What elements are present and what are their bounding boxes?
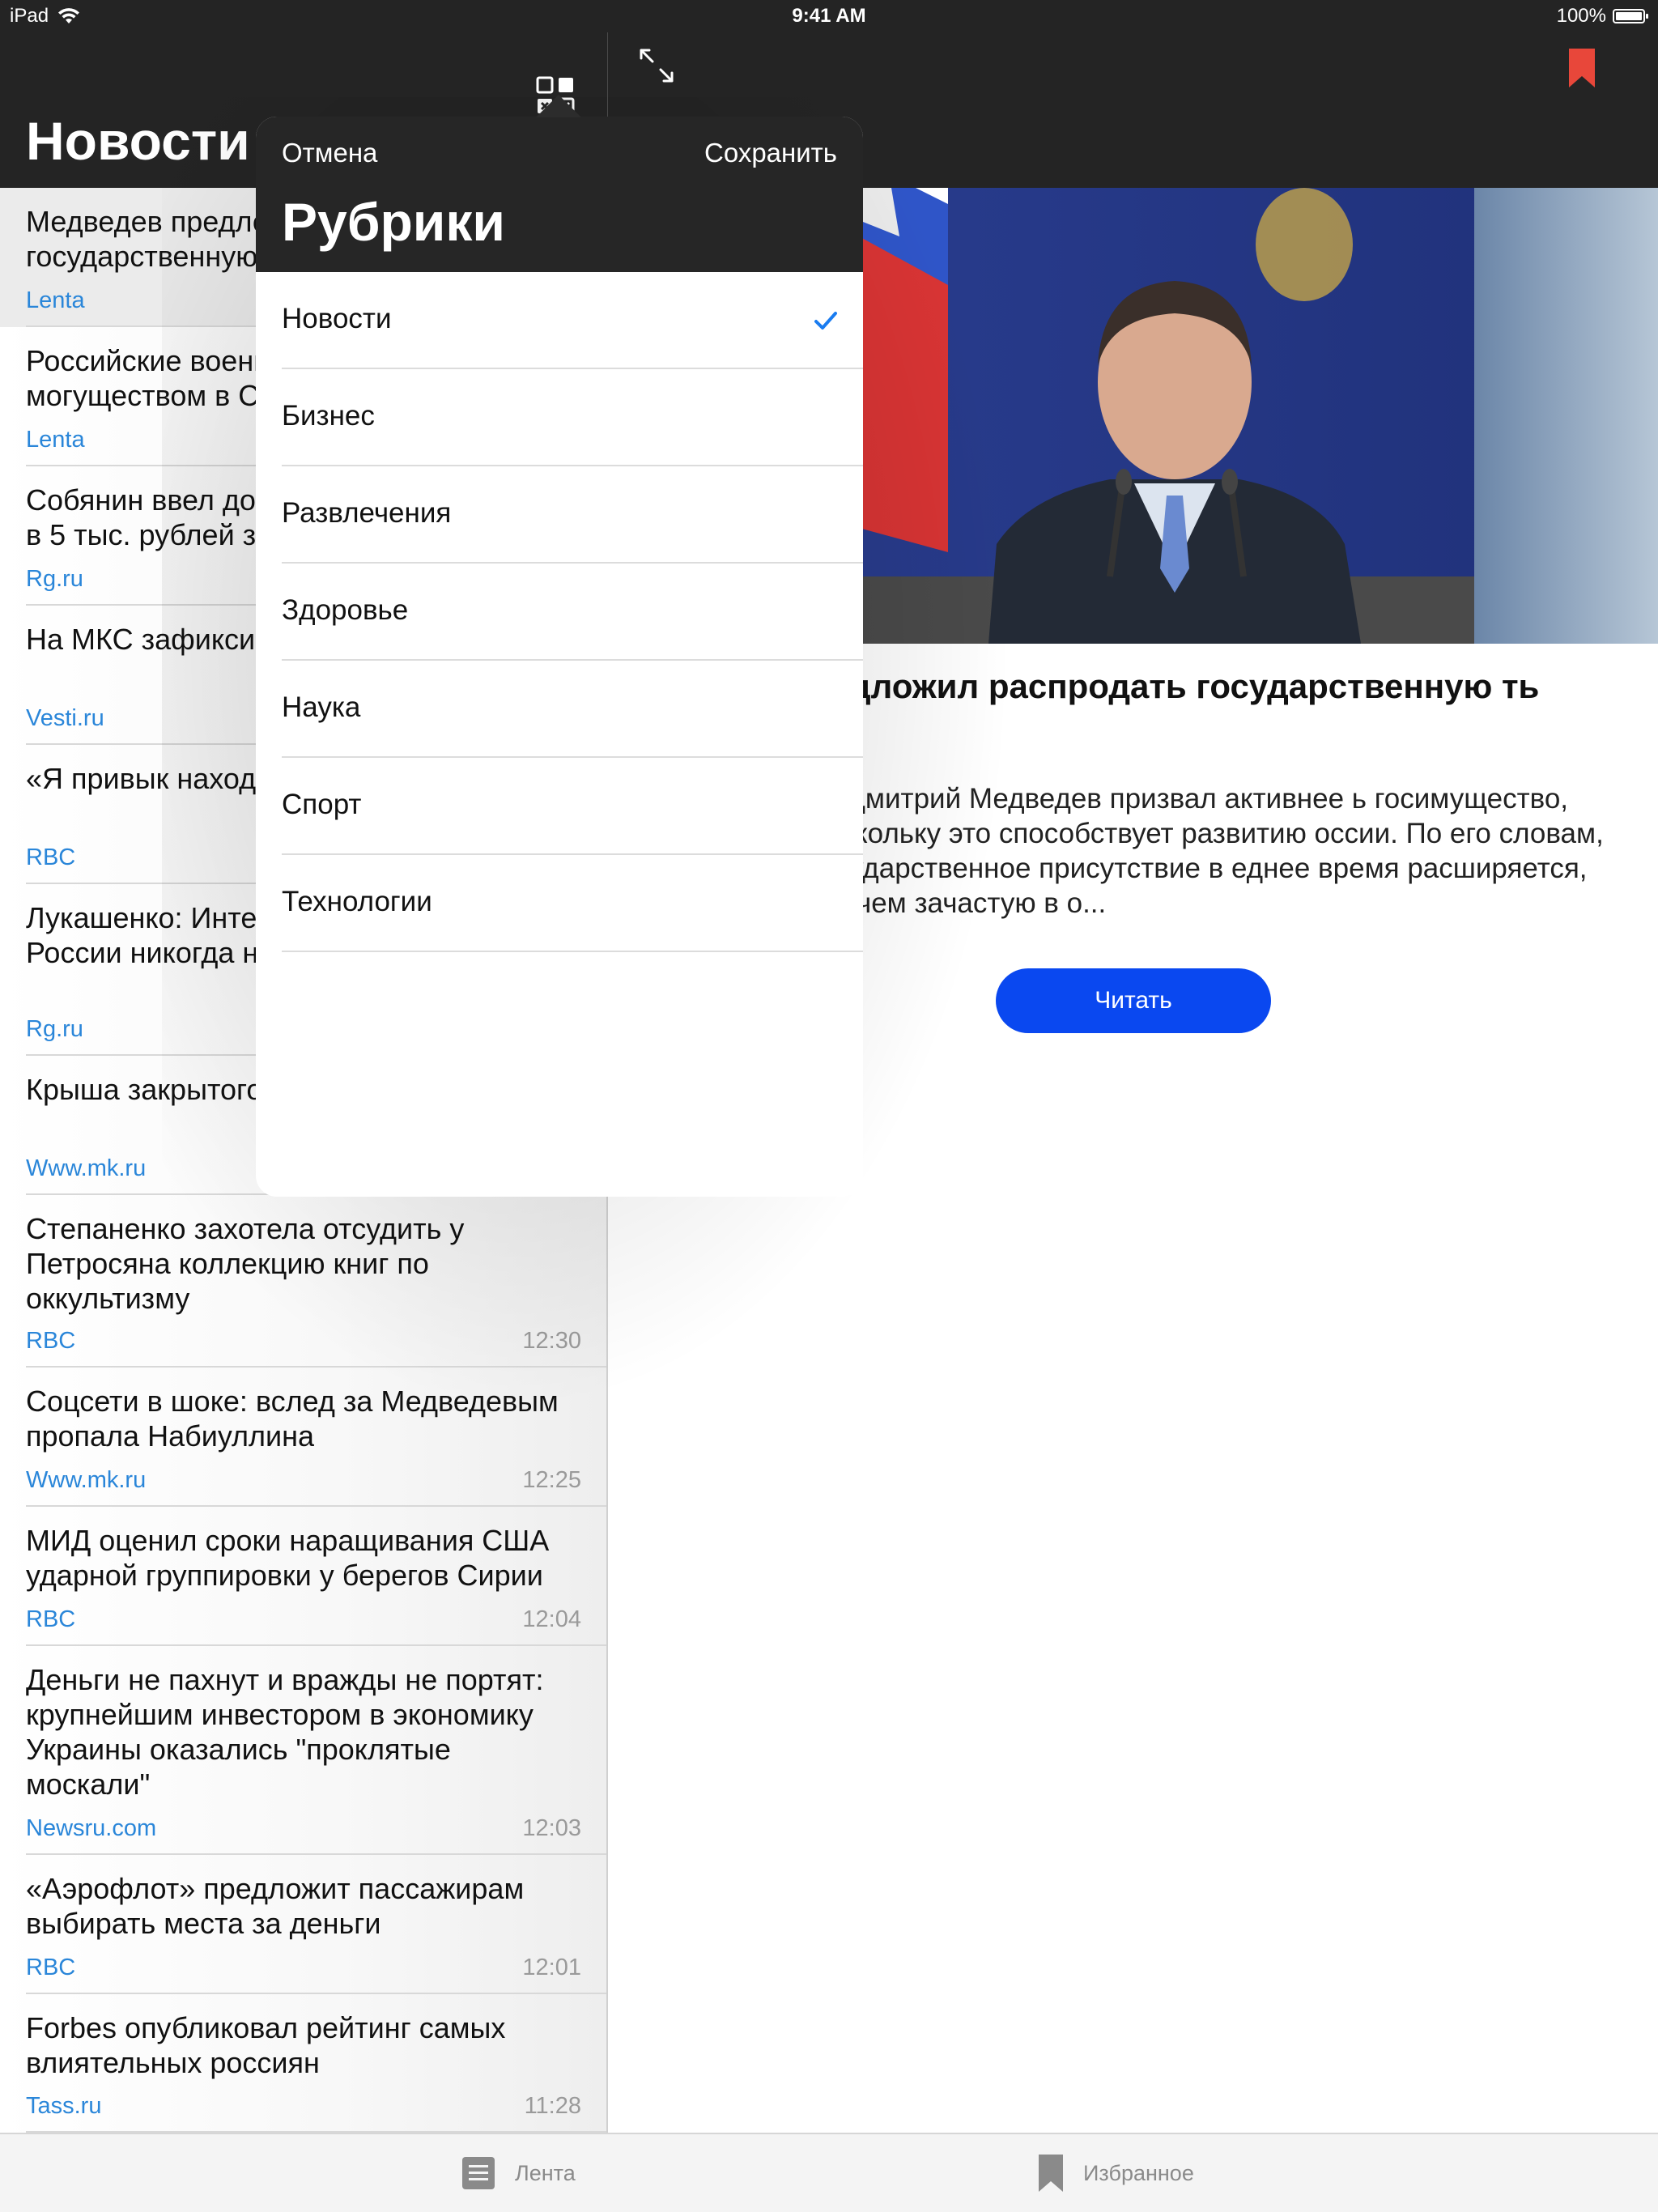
news-item[interactable]: Соцсети в шоке: вслед за Медведевым проп… [0,1368,607,1507]
category-row[interactable]: Новости [256,272,863,369]
cancel-button[interactable]: Отмена [282,138,377,168]
category-label: Наука [282,691,361,723]
category-row[interactable]: Спорт [256,758,863,855]
news-headline: Forbes опубликовал рейтинг самых влиятел… [26,2011,506,2079]
news-item[interactable]: «Аэрофлот» предложит пассажирам выбирать… [0,1855,607,1994]
bookmark-icon [1039,2155,1063,2192]
news-source[interactable]: Lenta [26,287,85,314]
read-button[interactable]: Читать [996,968,1271,1033]
article-title: редложил распродать государственную ть [810,667,1540,705]
news-headline: МИД оценил сроки наращивания США ударной… [26,1524,550,1592]
bookmark-icon[interactable] [1567,47,1596,89]
news-meta: Tass.ru 11:28 [26,2093,581,2120]
news-source[interactable]: Newsru.com [26,1815,156,1842]
news-source[interactable]: Tass.ru [26,2093,101,2120]
news-item[interactable]: Деньги не пахнут и вражды не портят: кру… [0,1646,607,1855]
news-source[interactable]: Lenta [26,427,85,453]
news-source[interactable]: RBC [26,844,75,871]
news-source[interactable]: Rg.ru [26,566,83,593]
news-headline: Степаненко захотела отсудить у Петросяна… [26,1212,465,1315]
news-headline: Деньги не пахнут и вражды не портят: кру… [26,1663,544,1801]
news-time: 12:25 [522,1467,581,1493]
news-source[interactable]: RBC [26,1955,75,1981]
tab-favorites-label: Избранное [1083,2160,1194,2185]
category-label: Бизнес [282,400,375,432]
category-label: Новости [282,303,392,334]
checkmark-icon [814,312,837,330]
battery-icon [1613,9,1648,23]
news-time: 12:03 [522,1815,581,1841]
news-meta: RBC 12:30 [26,1328,581,1355]
expand-icon[interactable] [638,47,675,84]
popover-title: Рубрики [282,192,505,252]
news-item[interactable]: МИД оценил сроки наращивания США ударной… [0,1507,607,1646]
status-bar: iPad 9:41 AM 100% [0,0,1658,32]
categories-popover: Отмена Сохранить Рубрики Новости Бизнес Ра… [256,117,863,1197]
category-row[interactable]: Наука [256,661,863,758]
category-row[interactable]: Развлечения [256,466,863,564]
list-icon [462,2157,495,2189]
news-time: 12:01 [522,1955,581,1980]
news-item[interactable]: Forbes опубликовал рейтинг самых влиятел… [0,1994,607,2133]
popover-header: Отмена Сохранить Рубрики [256,117,863,272]
article-summary: тр Дмитрий Медведев призвал активнее ь г… [810,783,1604,919]
clock: 9:41 AM [792,5,866,27]
tab-feed[interactable]: Лента [461,2134,576,2212]
category-label: Спорт [282,789,362,820]
news-meta: RBC 12:04 [26,1606,581,1633]
category-row[interactable]: Бизнес [256,369,863,466]
news-source[interactable]: Www.mk.ru [26,1467,146,1494]
news-time: 12:04 [522,1606,581,1632]
news-source[interactable]: Rg.ru [26,1016,83,1043]
tab-feed-label: Лента [515,2160,576,2185]
page-title: Новости [26,111,250,171]
news-time: 11:28 [524,2093,581,2119]
news-meta: RBC 12:01 [26,1955,581,1981]
category-list: Новости Бизнес Развлечения Здоровье Наука Спо… [256,272,863,952]
news-source[interactable]: Www.mk.ru [26,1155,146,1182]
news-item[interactable]: Степаненко захотела отсудить у Петросяна… [0,1195,607,1368]
battery-level [1616,12,1642,20]
tab-bar: Лента Избранное [0,2133,1658,2212]
category-label: Развлечения [282,497,452,529]
news-meta: Newsru.com 12:03 [26,1815,581,1842]
category-row[interactable]: Здоровье [256,564,863,661]
battery-percent: 100% [1556,5,1606,27]
save-button[interactable]: Сохранить [704,138,837,168]
news-headline: Соцсети в шоке: вслед за Медведевым проп… [26,1385,559,1453]
category-row[interactable]: Технологии [256,855,863,952]
news-source[interactable]: RBC [26,1606,75,1633]
category-label: Технологии [282,886,432,917]
popover-arrow [536,95,581,117]
news-headline: «Аэрофлот» предложит пассажирам выбирать… [26,1872,525,1940]
category-divider [282,951,863,952]
category-label: Здоровье [282,594,409,626]
news-source[interactable]: Vesti.ru [26,705,104,732]
news-source[interactable]: RBC [26,1328,75,1355]
news-time: 12:30 [522,1328,581,1354]
news-meta: Www.mk.ru 12:25 [26,1467,581,1494]
tab-favorites[interactable]: Избранное [1038,2134,1194,2212]
